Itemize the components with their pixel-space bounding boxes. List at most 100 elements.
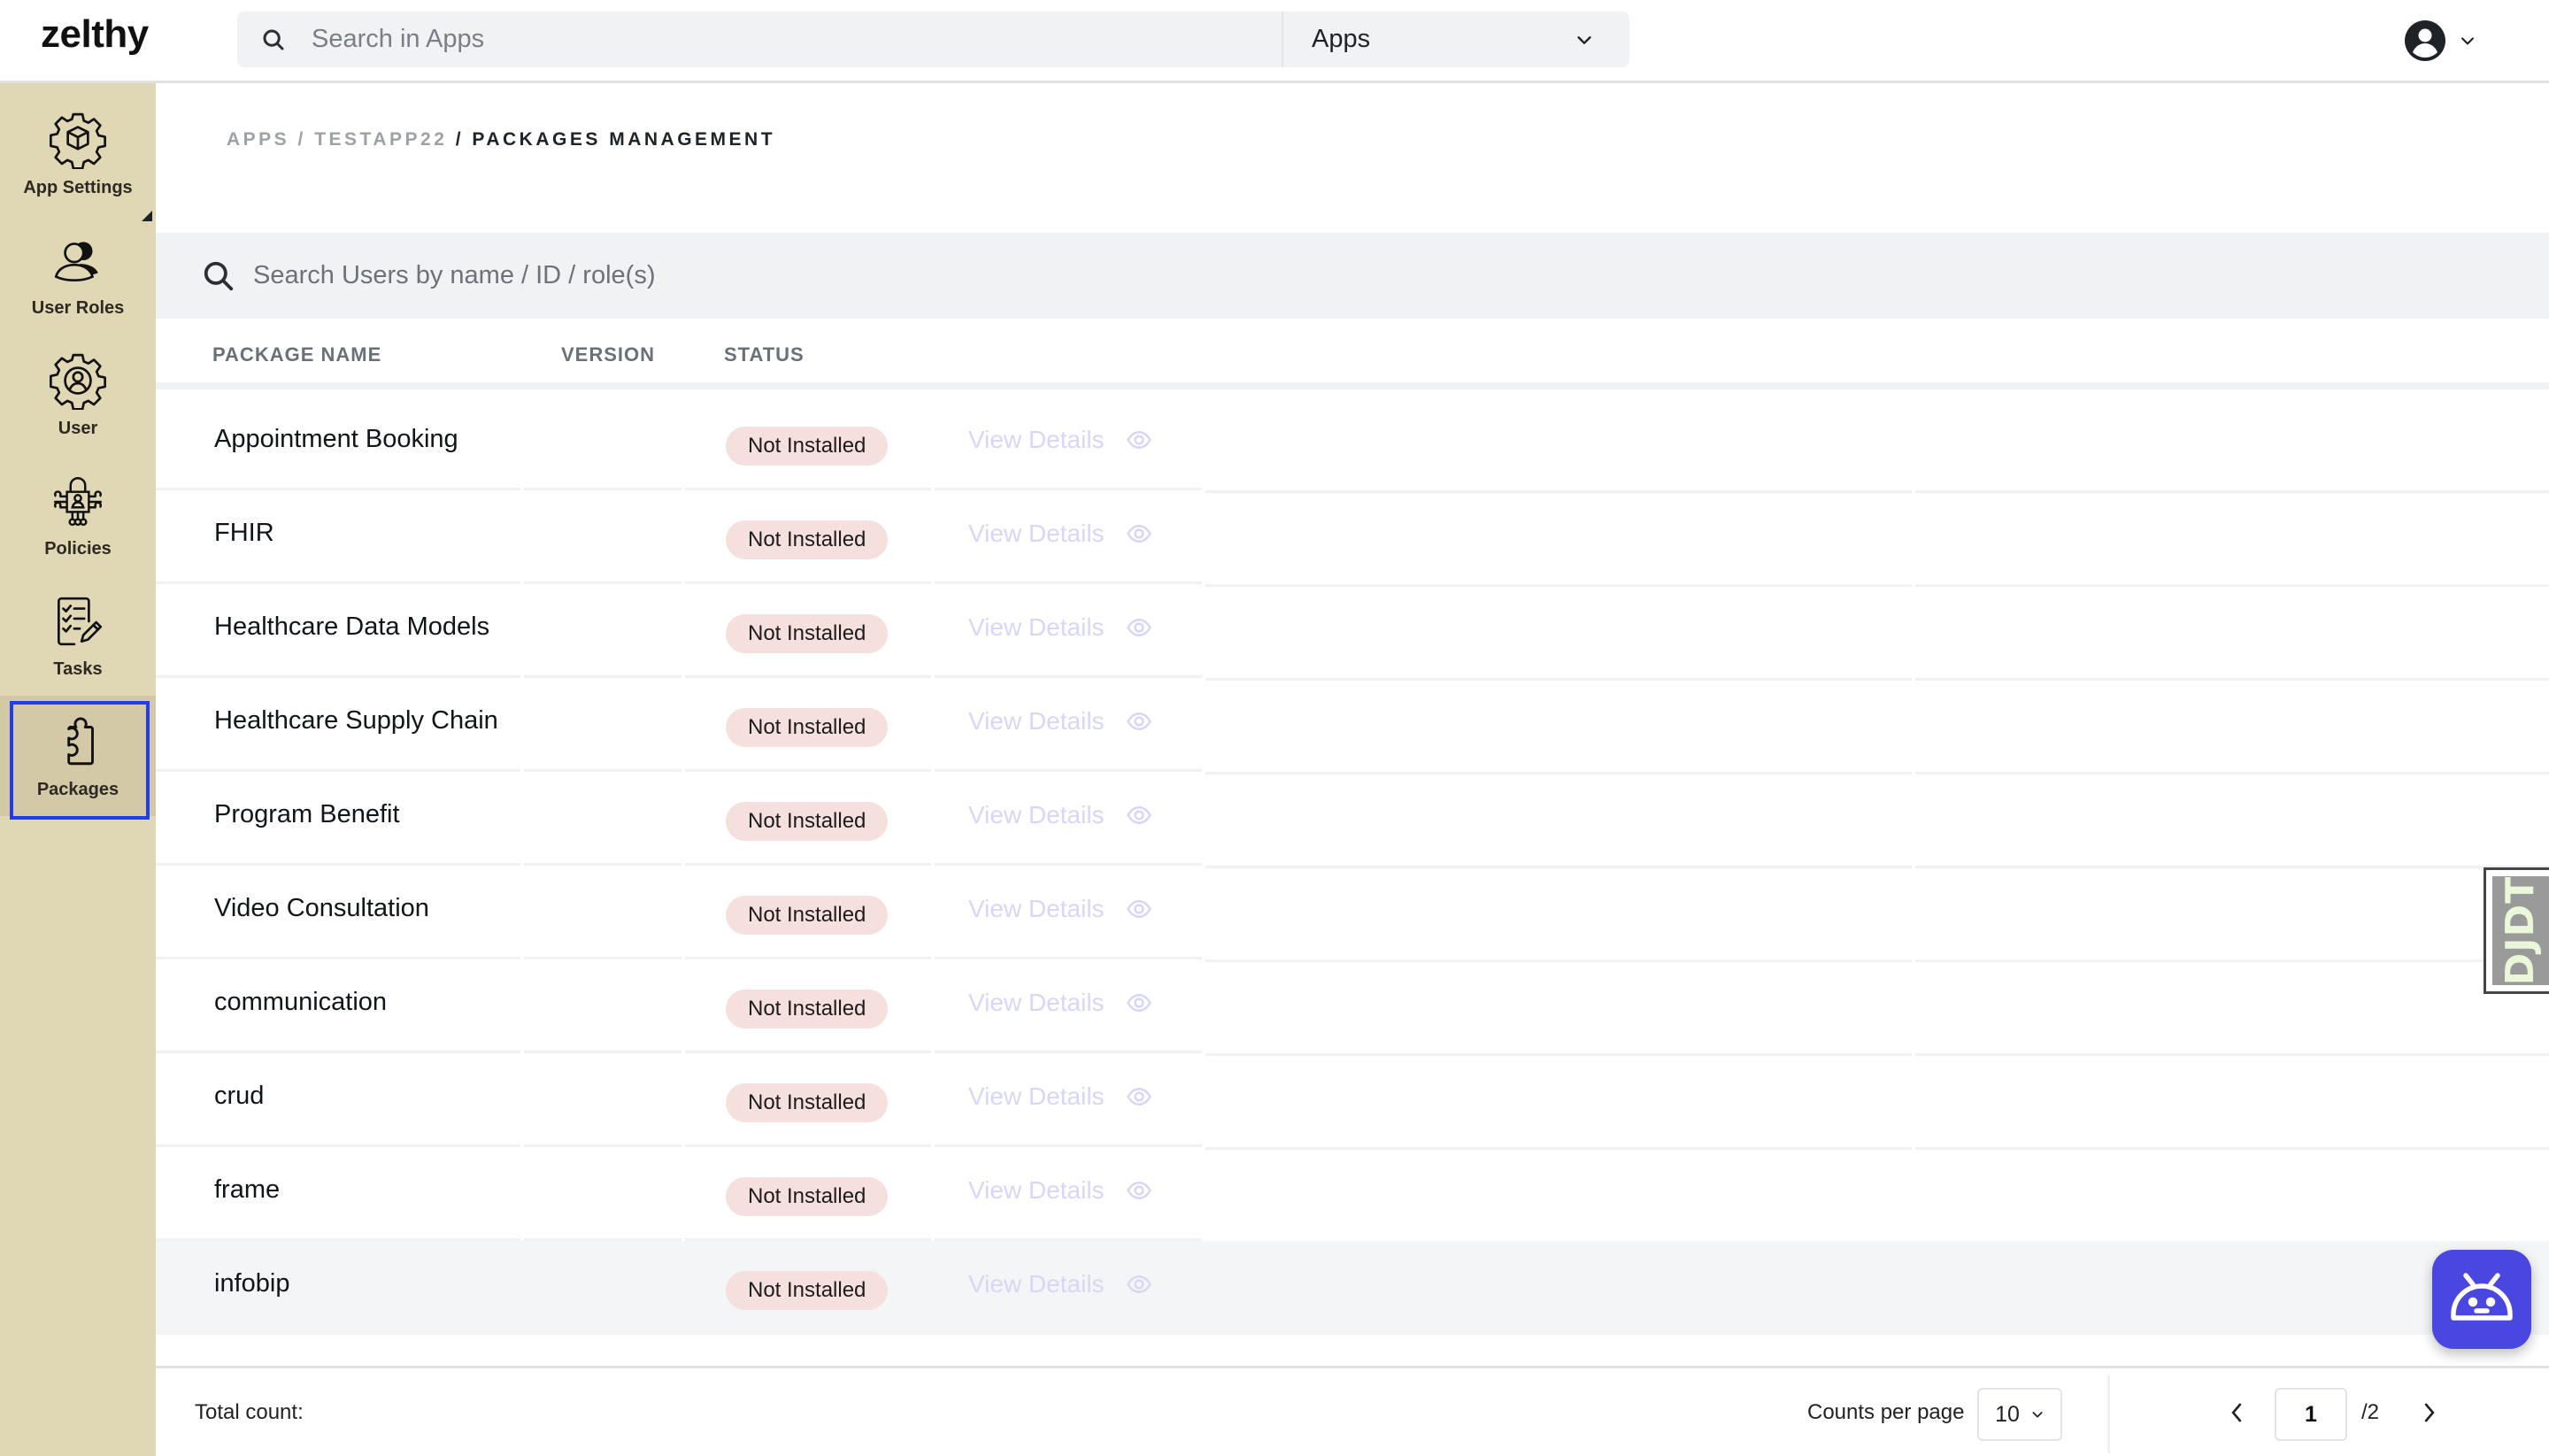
global-search-input[interactable]: Search in Apps	[237, 12, 1282, 67]
eye-icon	[1126, 430, 1151, 450]
table-row: FHIR Not Installed View Details	[156, 490, 2549, 587]
eye-icon	[1126, 524, 1151, 543]
view-details-label: View Details	[968, 426, 1105, 453]
sidebar-item-user-roles[interactable]: User Roles	[0, 214, 156, 335]
sidebar-item-user[interactable]: User	[0, 335, 156, 455]
table-search-input[interactable]: Search Users by name / ID / role(s)	[156, 233, 2549, 319]
counts-per-page-select[interactable]: 10	[1977, 1388, 2062, 1441]
status-badge: Not Installed	[726, 1271, 889, 1310]
view-details-link[interactable]: View Details	[968, 1270, 1152, 1298]
table-row: crud Not Installed View Details	[156, 1053, 2549, 1150]
view-details-label: View Details	[968, 707, 1105, 735]
chevron-right-icon	[2424, 1403, 2435, 1422]
view-details-link[interactable]: View Details	[968, 707, 1152, 736]
status-badge: Not Installed	[726, 802, 889, 841]
view-details-link[interactable]: View Details	[968, 1082, 1152, 1111]
next-page-button[interactable]	[2416, 1397, 2443, 1429]
eye-icon	[1126, 805, 1151, 825]
package-name: Program Benefit	[214, 800, 400, 828]
eye-icon	[1126, 1087, 1151, 1106]
eye-icon	[1126, 899, 1151, 919]
gear-cube-icon	[50, 112, 106, 169]
table-header: PACKAGE NAME VERSION STATUS	[156, 319, 2549, 389]
sidebar-item-label: Policies	[44, 538, 112, 559]
view-details-label: View Details	[968, 1176, 1105, 1204]
package-name: Video Consultation	[214, 894, 429, 922]
logo[interactable]: zelthy	[41, 12, 149, 57]
column-header-package-name[interactable]: PACKAGE NAME	[212, 343, 381, 366]
user-menu-button[interactable]	[2404, 19, 2476, 62]
breadcrumb-separator: /	[297, 129, 306, 150]
status-badge: Not Installed	[726, 990, 889, 1028]
chevron-down-icon	[2461, 37, 2474, 45]
status-badge: Not Installed	[726, 708, 889, 747]
breadcrumb-current: PACKAGES MANAGEMENT	[472, 129, 776, 150]
package-name: Appointment Booking	[214, 425, 458, 453]
eye-icon	[1126, 993, 1151, 1013]
view-details-label: View Details	[968, 613, 1105, 641]
table-row: Video Consultation Not Installed View Deta…	[156, 866, 2549, 962]
table-row: infobip Not Installed View Details	[156, 1241, 2549, 1335]
package-name: FHIR	[214, 519, 274, 547]
status-badge: Not Installed	[726, 1083, 889, 1122]
sidebar-item-label: App Settings	[23, 177, 133, 197]
status-badge: Not Installed	[726, 520, 889, 559]
sidebar-item-packages[interactable]: Packages	[0, 696, 156, 820]
eye-icon	[1126, 1275, 1151, 1294]
table-search-placeholder: Search Users by name / ID / role(s)	[253, 261, 656, 289]
counts-per-page-label: Counts per page	[1807, 1400, 1965, 1424]
package-name: Healthcare Data Models	[214, 612, 490, 641]
status-badge: Not Installed	[726, 427, 889, 466]
eye-icon	[1126, 618, 1151, 637]
counts-per-page-value: 10	[1995, 1401, 2020, 1427]
table-row: Healthcare Data Models Not Installed View …	[156, 584, 2549, 681]
column-header-status[interactable]: STATUS	[724, 343, 805, 366]
view-details-link[interactable]: View Details	[968, 989, 1152, 1017]
apps-scope-select[interactable]: Apps	[1282, 12, 1629, 67]
sidebar-item-app-settings[interactable]: App Settings	[0, 94, 156, 214]
breadcrumb: APPS / TESTAPP22 / PACKAGES MANAGEMENT	[227, 129, 775, 150]
djdt-label: DJDT	[2498, 875, 2544, 986]
view-details-link[interactable]: View Details	[968, 520, 1152, 548]
chatbot-button[interactable]	[2432, 1250, 2531, 1349]
view-details-link[interactable]: View Details	[968, 1176, 1152, 1205]
django-debug-toolbar-handle[interactable]: DJDT	[2484, 867, 2549, 994]
breadcrumb-app[interactable]: TESTAPP22	[314, 129, 447, 150]
previous-page-button[interactable]	[2223, 1397, 2250, 1429]
package-name: crud	[214, 1082, 265, 1110]
table-row: Program Benefit Not Installed View Details	[156, 772, 2549, 868]
view-details-link[interactable]: View Details	[968, 613, 1152, 642]
view-details-link[interactable]: View Details	[968, 426, 1152, 454]
view-details-link[interactable]: View Details	[968, 895, 1152, 923]
djdt-badge: DJDT	[2492, 876, 2549, 985]
sidebar-item-tasks[interactable]: Tasks	[0, 575, 156, 696]
sidebar-item-label: Tasks	[53, 659, 103, 679]
table-row: frame Not Installed View Details	[156, 1147, 2549, 1244]
packages-table-body: Appointment Booking Not Installed View Det…	[156, 397, 2549, 1335]
global-search-placeholder: Search in Apps	[312, 25, 485, 53]
sidebar-item-label: Packages	[36, 779, 119, 799]
sidebar-item-policies[interactable]: Policies	[0, 455, 156, 575]
puzzle-icon	[67, 717, 94, 765]
total-pages-label: /2	[2361, 1400, 2380, 1424]
sidebar-item-label: User Roles	[31, 297, 125, 318]
user-roles-icon	[54, 241, 98, 281]
main-content: APPS / TESTAPP22 / PACKAGES MANAGEMENT S…	[156, 83, 2549, 1456]
eye-icon	[1126, 712, 1151, 731]
checklist-icon	[58, 597, 103, 645]
view-details-link[interactable]: View Details	[968, 801, 1152, 829]
sidebar-item-label: User	[58, 418, 98, 438]
table-row: communication Not Installed View Details	[156, 959, 2549, 1056]
package-name: infobip	[214, 1269, 290, 1298]
column-header-version[interactable]: VERSION	[561, 343, 655, 366]
pagination-footer: Total count: Counts per page 10 1 /2	[156, 1366, 2549, 1456]
policy-lock-icon	[54, 476, 102, 526]
view-details-label: View Details	[968, 895, 1105, 922]
robot-icon	[2451, 1273, 2513, 1321]
table-row: Appointment Booking Not Installed View Det…	[156, 397, 2549, 493]
view-details-label: View Details	[968, 989, 1105, 1016]
breadcrumb-apps[interactable]: APPS	[227, 129, 289, 150]
package-name: communication	[214, 988, 388, 1016]
status-badge: Not Installed	[726, 614, 889, 653]
current-page-input[interactable]: 1	[2275, 1388, 2347, 1441]
